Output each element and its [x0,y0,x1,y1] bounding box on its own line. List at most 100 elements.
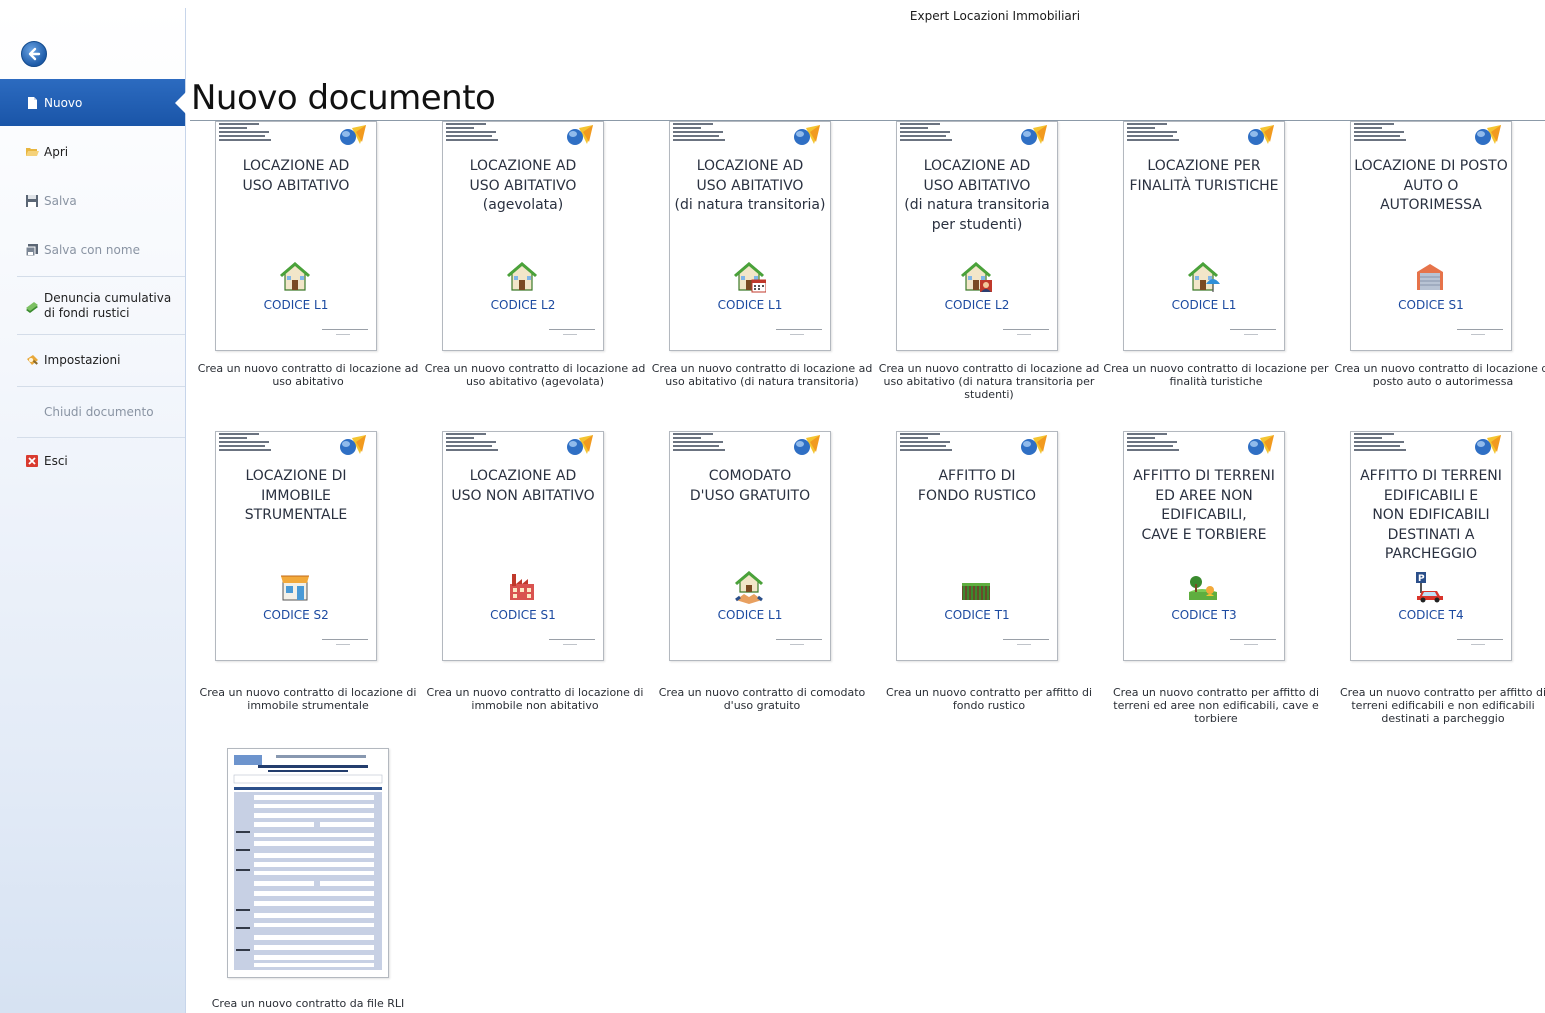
studio-logo-icon [792,434,822,456]
floppy-disk-icon [26,195,38,207]
studio-logo-icon [338,434,368,456]
new-document-icon [28,96,37,109]
footer-line [1244,644,1258,645]
studio-logo-icon [1473,124,1503,146]
backstage-sidebar: Nuovo Apri Salva Salva con nome Denuncia… [0,8,186,1013]
template-title: AFFITTO DI TERRENI ED AREE NON EDIFICABI… [1133,468,1275,543]
studio-logo-icon [792,124,822,146]
house-icon [507,262,537,291]
footer-line [549,329,595,330]
menu-item-salva[interactable]: Salva [0,192,185,210]
footer-line [322,329,368,330]
footer-line [776,639,822,640]
footer-line [563,334,577,335]
footer-line [1244,334,1258,335]
studio-logo-icon [565,434,595,456]
footer-line [336,334,350,335]
template-code: CODICE T3 [1171,608,1237,622]
template-description: Crea un nuovo contratto di locazione di … [426,686,644,712]
menu-item-esci[interactable]: Esci [0,452,185,470]
exit-icon [26,455,38,467]
studio-logo-icon [1246,434,1276,456]
letterhead-lines [673,433,768,453]
template-description: Crea un nuovo contratto di comodato d'us… [658,686,866,712]
save-as-icon [25,244,38,257]
letterhead-lines [1127,123,1222,143]
menu-item-label: Nuovo [44,95,83,110]
letterhead-lines [1127,433,1222,453]
footer-line [1457,639,1503,640]
svg-text:P: P [1418,574,1425,584]
footer-line [563,644,577,645]
template-description: Crea un nuovo contratto di locazione di … [199,686,417,712]
field-icon [962,583,990,600]
studio-logo-icon [1019,124,1049,146]
footer-line [1017,334,1031,335]
template-preview: LOCAZIONE AD USO NON ABITATIVO CODICE S1 [442,431,604,661]
parking-car-icon: P [1416,572,1443,603]
footer-line [1230,329,1276,330]
template-code: CODICE L1 [263,298,329,312]
template-title: LOCAZIONE PER FINALITÀ TURISTICHE [1129,158,1279,194]
template-title: LOCAZIONE AD USO ABITATIVO [242,158,350,194]
footer-line [1003,639,1049,640]
menu-item-impostazioni[interactable]: Impostazioni [0,351,185,369]
template-code: CODICE L1 [717,298,783,312]
template-title: LOCAZIONE DI IMMOBILE STRUMENTALE [244,468,348,523]
letterhead-lines [1354,433,1449,453]
menu-item-label: Chiudi documento [44,405,154,419]
template-description: Crea un nuovo contratto di locazione per… [1103,362,1329,388]
menu-divider [17,276,185,277]
template-preview: LOCAZIONE AD USO ABITATIVO (di natura tr… [896,121,1058,351]
letterhead-lines [219,123,314,143]
footer-line [322,639,368,640]
folder-open-icon [26,148,39,156]
studio-logo-icon [1246,124,1276,146]
title-divider [190,120,1545,121]
template-preview: AFFITTO DI TERRENI EDIFICABILI E NON EDI… [1350,431,1512,661]
menu-item-apri[interactable]: Apri [0,143,185,161]
studio-logo-icon [565,124,595,146]
template-preview: LOCAZIONE AD USO ABITATIVO (agevolata) CO… [442,121,604,351]
template-title: AFFITTO DI FONDO RUSTICO [917,468,1037,504]
landscape-icon [1189,576,1217,600]
studio-logo-icon [1473,434,1503,456]
letterhead-lines [673,123,768,143]
footer-line [549,639,595,640]
menu-item-denuncia-cumulativa[interactable]: Denuncia cumulativa di fondi rustici [0,290,185,322]
house-student-icon [961,262,992,292]
template-title: AFFITTO DI TERRENI EDIFICABILI E NON EDI… [1360,468,1502,562]
template-code: CODICE L1 [717,608,783,622]
template-preview: AFFITTO DI TERRENI ED AREE NON EDIFICABI… [1123,431,1285,661]
back-arrow-icon [28,47,41,61]
letterhead-lines [900,123,995,143]
template-code: CODICE S1 [490,608,556,622]
template-description: Crea un nuovo contratto per affitto di t… [1339,686,1545,725]
menu-item-salva-con-nome[interactable]: Salva con nome [0,241,185,259]
template-preview: LOCAZIONE PER FINALITÀ TURISTICHE CODICE … [1123,121,1285,351]
letterhead-lines [219,433,314,453]
menu-item-label: Apri [44,145,69,159]
template-preview: LOCAZIONE DI POSTO AUTO O AUTORIMESSA COD… [1350,121,1512,351]
template-title: LOCAZIONE DI POSTO AUTO O AUTORIMESSA [1354,158,1508,213]
footer-line [776,329,822,330]
template-description: Crea un nuovo contratto di locazione ad … [651,362,873,388]
template-code: CODICE T1 [944,608,1010,622]
menu-item-chiudi-documento[interactable]: Chiudi documento [0,403,185,421]
template-code: CODICE S1 [1398,298,1464,312]
template-description: Crea un nuovo contratto di locazione ad … [878,362,1100,401]
studio-logo-icon [338,124,368,146]
footer-line [1003,329,1049,330]
settings-icon [27,355,38,365]
app-title: Expert Locazioni Immobiliari [909,9,1081,23]
letterhead-lines [446,433,541,453]
template-description: Crea un nuovo contratto per affitto di f… [885,686,1093,712]
footer-line [1471,644,1485,645]
template-code: CODICE L2 [944,298,1010,312]
letterhead-lines [900,433,995,453]
back-button[interactable] [21,41,47,67]
menu-item-nuovo[interactable]: Nuovo [0,79,186,126]
template-preview: COMODATO D'USO GRATUITO CODICE L1 [669,431,831,661]
template-code: CODICE S2 [263,608,329,622]
template-preview: LOCAZIONE AD USO ABITATIVO (di natura tr… [669,121,831,351]
